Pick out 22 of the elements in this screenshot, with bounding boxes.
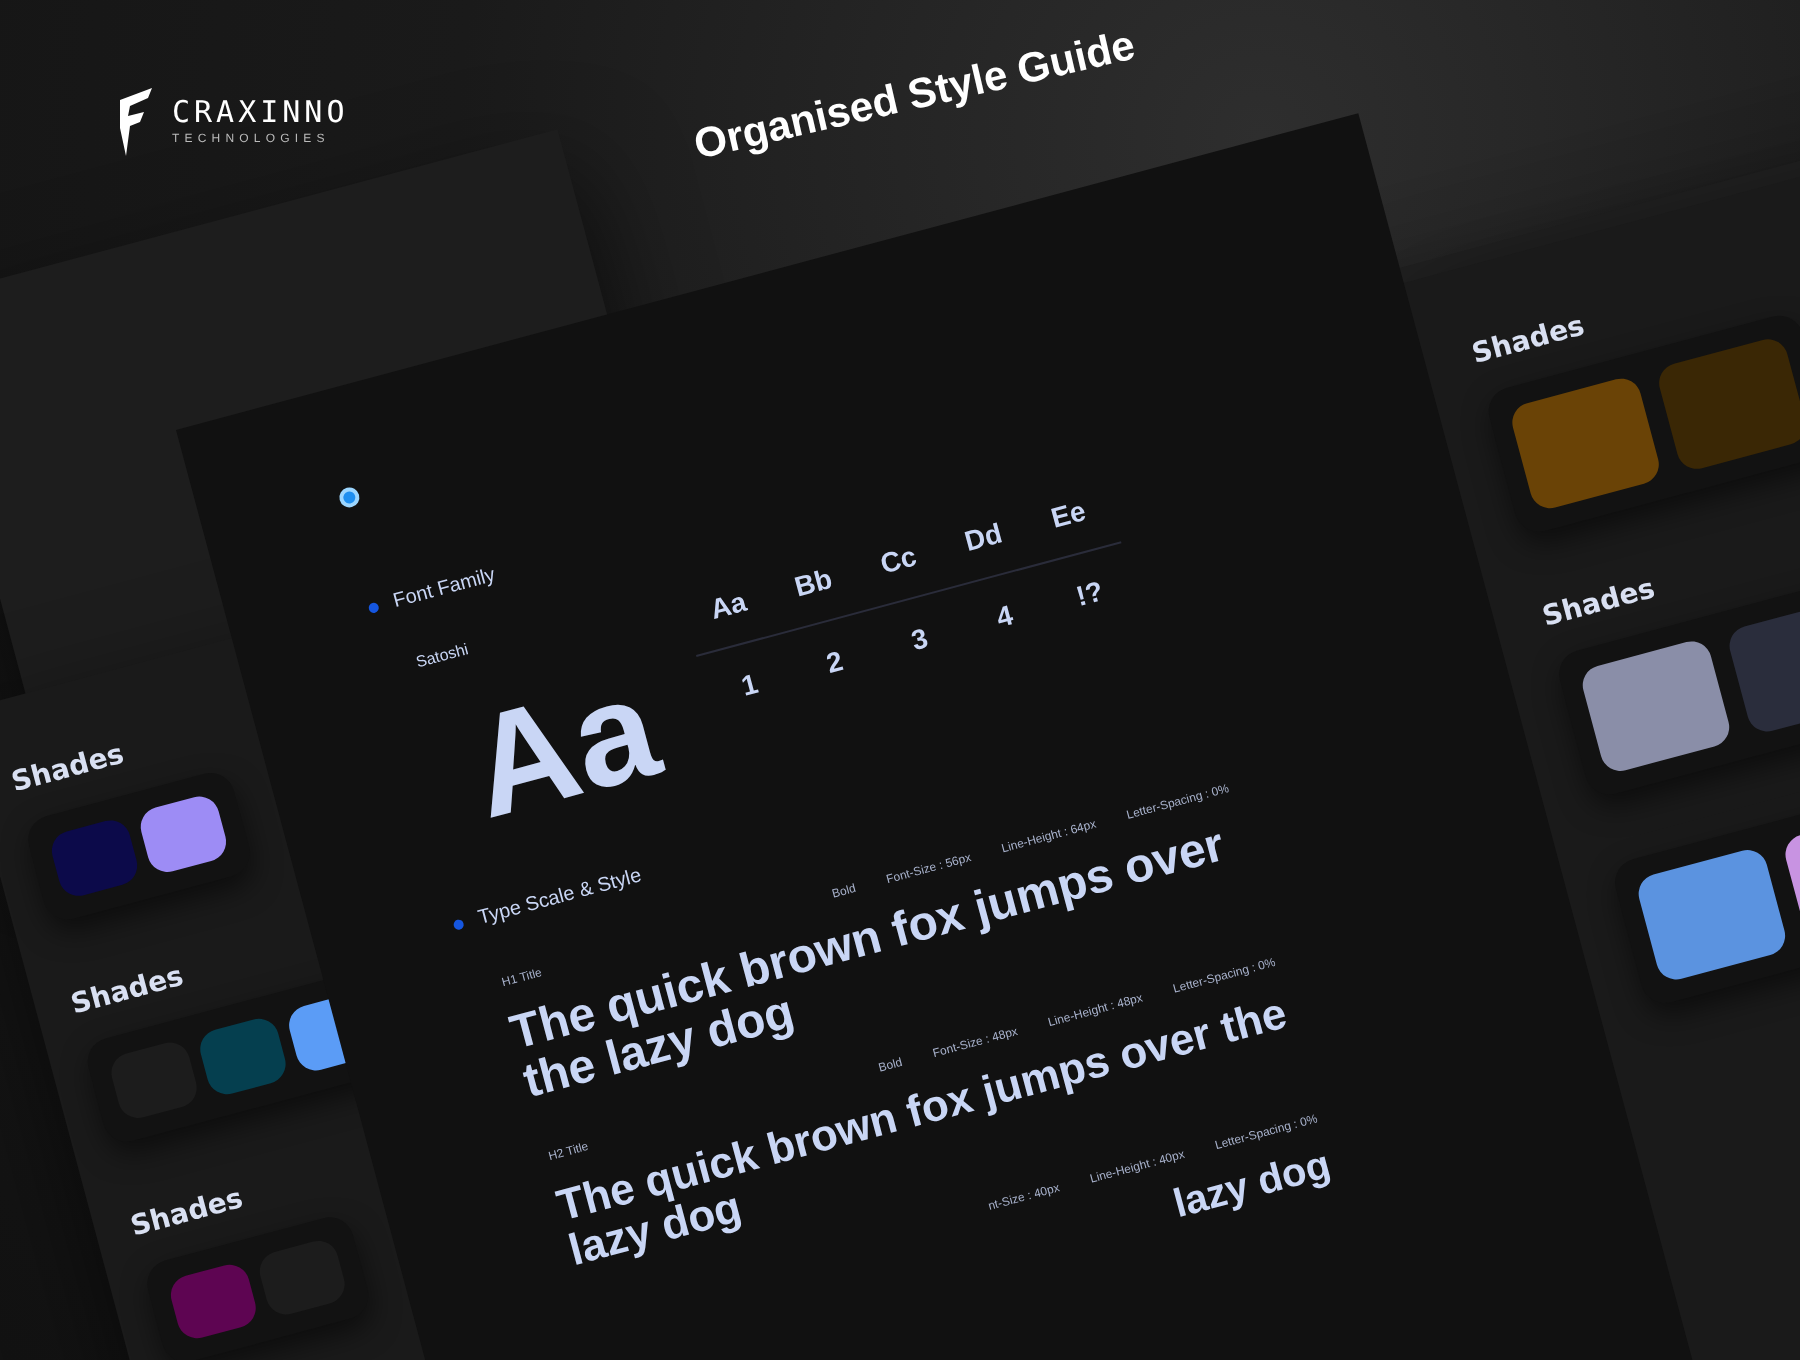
bullet-icon [367, 601, 380, 614]
section-heading: Type Scale & Style [476, 865, 644, 930]
glyph-sample: Ee [1045, 492, 1091, 538]
glyph-sample: 3 [905, 619, 934, 661]
section-heading: Font Family [391, 564, 498, 614]
shades-heading: Shades [67, 960, 187, 1022]
glyph-sample: Aa [704, 582, 752, 630]
shades-heading: Shades [1539, 573, 1659, 634]
glyph-sample: 4 [990, 596, 1019, 638]
brand-name: CRAXINNO [172, 98, 349, 128]
shades-heading: Shades [127, 1182, 247, 1243]
bullet-icon [452, 918, 465, 931]
shades-heading: Shades [1468, 310, 1588, 371]
glyph-sample: 2 [820, 642, 849, 683]
glyph-sample: 1 [735, 664, 764, 706]
indicator-dot-icon [337, 485, 362, 510]
glyph-sample: Bb [789, 560, 838, 607]
shades-heading: Shades [8, 738, 128, 800]
glyph-sample: Dd [959, 514, 1008, 561]
logo-icon [116, 88, 156, 156]
glyph-sample: Cc [874, 537, 922, 584]
glyph-sample: !? [1070, 572, 1109, 616]
